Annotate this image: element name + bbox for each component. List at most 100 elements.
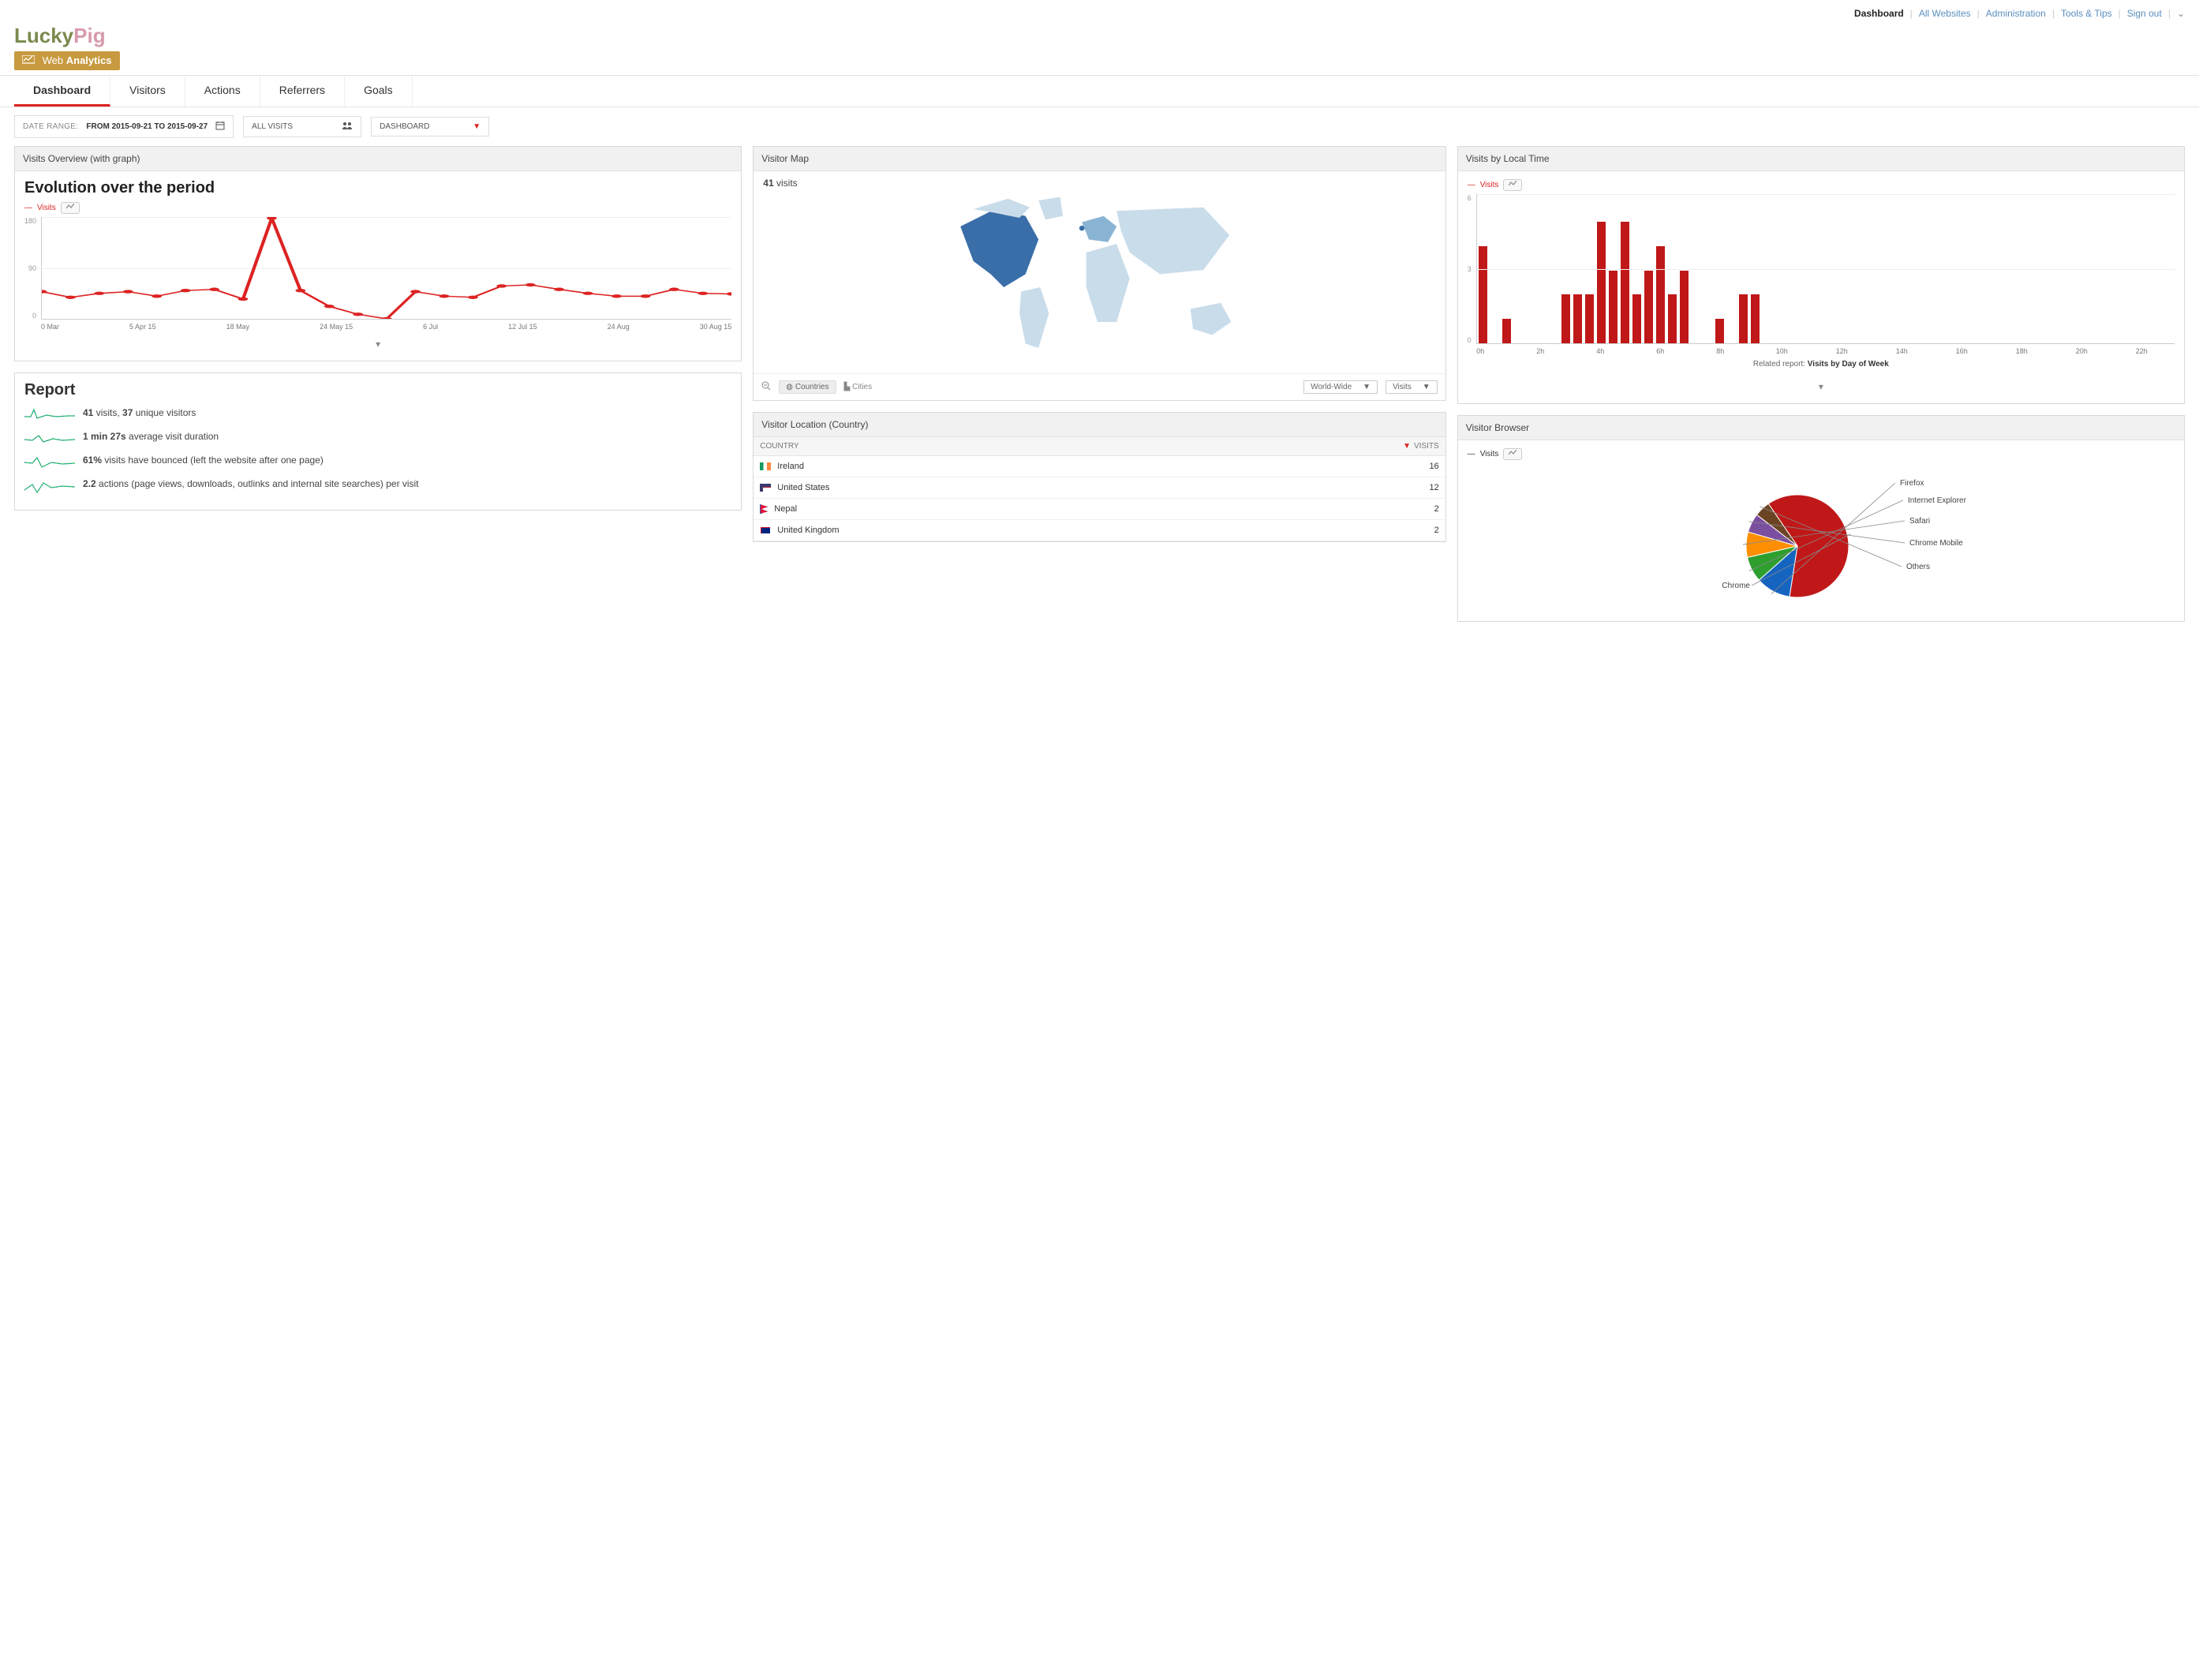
top-nav: Dashboard | All Websites | Administratio…: [0, 0, 2199, 22]
bar[interactable]: [1561, 294, 1570, 343]
map-visit-count: 41 visits: [763, 178, 1435, 189]
bar[interactable]: [1573, 294, 1582, 343]
report-text: 2.2 actions (page views, downloads, outl…: [83, 478, 419, 489]
sort-desc-icon: ▼: [1403, 442, 1411, 451]
bar[interactable]: [1479, 246, 1487, 343]
topnav-all-websites[interactable]: All Websites: [1919, 8, 1971, 19]
topnav-administration[interactable]: Administration: [1986, 8, 2046, 19]
card-title: Visitor Map: [754, 147, 1445, 171]
bar[interactable]: [1632, 294, 1641, 343]
expand-handle-icon[interactable]: ▾: [24, 335, 731, 353]
report-text: 61% visits have bounced (left the websit…: [83, 455, 323, 466]
report-row: 61% visits have bounced (left the websit…: [24, 455, 731, 470]
tab-visitors[interactable]: Visitors: [110, 76, 185, 107]
flag-icon: [760, 526, 771, 534]
caret-down-icon: ▼: [473, 122, 481, 131]
evolution-x-axis: 0 Mar 5 Apr 15 18 May 24 May 15 6 Jul 12…: [41, 320, 731, 331]
report-title: Report: [24, 381, 731, 399]
card-title: Visitor Location (Country): [754, 413, 1445, 437]
bar[interactable]: [1751, 294, 1760, 343]
monitor-icon: [22, 55, 35, 67]
card-title: Visits Overview (with graph): [15, 147, 741, 171]
chevron-down-icon[interactable]: ⌄: [2177, 8, 2185, 19]
svg-text:Firefox: Firefox: [1900, 479, 1924, 488]
people-icon: [342, 122, 353, 132]
sparkline-icon: [24, 407, 75, 423]
bar[interactable]: [1739, 294, 1748, 343]
bar[interactable]: [1656, 246, 1665, 343]
related-report-link[interactable]: Visits by Day of Week: [1808, 360, 1889, 369]
bar[interactable]: [1680, 271, 1689, 344]
bar[interactable]: [1585, 294, 1594, 343]
tab-goals[interactable]: Goals: [345, 76, 413, 107]
topnav-dashboard[interactable]: Dashboard: [1854, 8, 1904, 19]
col-visits[interactable]: ▼VISITS: [1206, 437, 1445, 456]
tab-actions[interactable]: Actions: [185, 76, 260, 107]
chart-metric-picker-icon[interactable]: [1503, 179, 1522, 191]
map-toolbar: ◍ Countries ▙ Cities World-Wide▼ Visits▼: [754, 373, 1445, 400]
bar[interactable]: [1609, 271, 1617, 344]
chart-metric-picker-icon[interactable]: [61, 202, 80, 214]
report-card: Report 41 visits, 37 unique visitors 1 mi…: [14, 372, 742, 511]
bar-legend: — Visits: [1468, 179, 2175, 191]
world-map[interactable]: [763, 192, 1435, 365]
pie-legend: — Visits: [1468, 448, 2175, 460]
table-row[interactable]: United States12: [754, 477, 1445, 499]
report-row: 1 min 27s average visit duration: [24, 431, 731, 447]
chart-metric-picker-icon[interactable]: [1503, 448, 1522, 460]
bar[interactable]: [1668, 294, 1677, 343]
local-time-bar-chart[interactable]: [1476, 194, 2175, 344]
sparkline-icon: [24, 455, 75, 470]
topnav-sign-out[interactable]: Sign out: [2127, 8, 2162, 19]
sparkline-icon: [24, 431, 75, 447]
calendar-icon: [215, 121, 225, 133]
related-report: Related report: Visits by Day of Week: [1468, 355, 2175, 373]
web-analytics-badge: Web Analytics: [14, 51, 120, 70]
expand-handle-icon[interactable]: ▾: [1468, 378, 2175, 395]
sparkline-icon: [24, 478, 75, 494]
table-row[interactable]: Nepal2: [754, 499, 1445, 520]
svg-text:Others: Others: [1906, 563, 1930, 571]
table-row[interactable]: United Kingdom2: [754, 520, 1445, 541]
table-row[interactable]: Ireland16: [754, 456, 1445, 477]
flag-icon: [760, 484, 771, 492]
map-cities-toggle[interactable]: ▙ Cities: [844, 383, 873, 391]
controls-row: DATE RANGE: FROM 2015-09-21 TO 2015-09-2…: [0, 107, 2199, 146]
map-countries-toggle[interactable]: ◍ Countries: [779, 380, 836, 394]
tab-referrers[interactable]: Referrers: [260, 76, 345, 107]
brand-block: LuckyPig Web Analytics: [0, 22, 2199, 75]
browser-pie-chart[interactable]: FirefoxInternet ExplorerSafariChrome Mob…: [1468, 463, 2175, 613]
report-text: 1 min 27s average visit duration: [83, 431, 219, 442]
segment-selector[interactable]: ALL VISITS: [243, 116, 361, 137]
date-range-picker[interactable]: DATE RANGE: FROM 2015-09-21 TO 2015-09-2…: [14, 115, 234, 138]
dashboard-selector[interactable]: DASHBOARD ▼: [371, 117, 489, 137]
evolution-line-chart[interactable]: [41, 217, 731, 320]
flag-icon: [760, 504, 768, 514]
bar[interactable]: [1644, 271, 1653, 344]
logo: LuckyPig: [14, 24, 2185, 48]
zoom-out-icon[interactable]: [761, 381, 771, 393]
tab-dashboard[interactable]: Dashboard: [14, 76, 110, 107]
report-row: 2.2 actions (page views, downloads, outl…: [24, 478, 731, 494]
visits-overview-card: Visits Overview (with graph) Evolution o…: [14, 146, 742, 361]
map-metric-select[interactable]: Visits▼: [1386, 380, 1438, 394]
city-icon: ▙: [844, 383, 851, 391]
evolution-legend: — Visits: [24, 202, 731, 214]
main-tabs: Dashboard Visitors Actions Referrers Goa…: [0, 75, 2199, 107]
svg-text:Internet Explorer: Internet Explorer: [1908, 496, 1967, 505]
map-region-select[interactable]: World-Wide▼: [1303, 380, 1378, 394]
visitor-map-card: Visitor Map 41 visits: [753, 146, 1445, 401]
country-table: COUNTRY ▼VISITS Ireland16United States12…: [754, 437, 1445, 541]
report-row: 41 visits, 37 unique visitors: [24, 407, 731, 423]
col-country[interactable]: COUNTRY: [754, 437, 1206, 456]
card-title: Visitor Browser: [1458, 416, 2184, 440]
svg-text:Chrome Mobile: Chrome Mobile: [1909, 539, 1963, 548]
bar-x-axis: 0h2h4h6h8h10h12h14h16h18h20h22h: [1476, 344, 2175, 355]
card-title: Visits by Local Time: [1458, 147, 2184, 171]
bar[interactable]: [1597, 222, 1606, 343]
bar[interactable]: [1502, 319, 1511, 343]
visitor-browser-card: Visitor Browser — Visits Firefox Internet…: [1457, 415, 2185, 622]
bar[interactable]: [1621, 222, 1629, 343]
topnav-tools-tips[interactable]: Tools & Tips: [2061, 8, 2112, 19]
bar[interactable]: [1715, 319, 1724, 343]
